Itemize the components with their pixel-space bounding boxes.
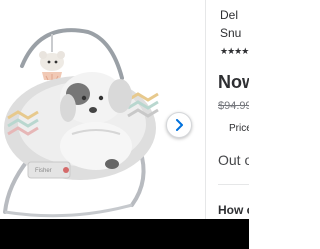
section-divider bbox=[218, 184, 249, 185]
was-price: $94.99 bbox=[218, 100, 249, 112]
product-title-line-2[interactable]: Snu bbox=[220, 26, 241, 40]
stock-status: Out o bbox=[218, 152, 249, 168]
product-details-panel: Del Snu ★★★★ Now $94.99 Price Out o How … bbox=[218, 0, 249, 219]
chevron-right-icon bbox=[176, 119, 183, 131]
baby-bouncer-photo: Fisher bbox=[3, 28, 159, 218]
price-info-label[interactable]: Price bbox=[229, 123, 249, 134]
fulfillment-heading: How c bbox=[218, 203, 249, 217]
bouncer-tag-text: Fisher bbox=[35, 168, 52, 174]
rating-stars[interactable]: ★★★★ bbox=[220, 46, 249, 57]
product-image[interactable]: Fisher bbox=[0, 0, 197, 219]
panel-divider bbox=[205, 0, 206, 219]
product-title-line-1[interactable]: Del bbox=[220, 8, 238, 22]
bottom-black-bar bbox=[0, 219, 249, 249]
current-price: Now bbox=[218, 72, 249, 92]
next-image-button[interactable] bbox=[166, 112, 192, 138]
